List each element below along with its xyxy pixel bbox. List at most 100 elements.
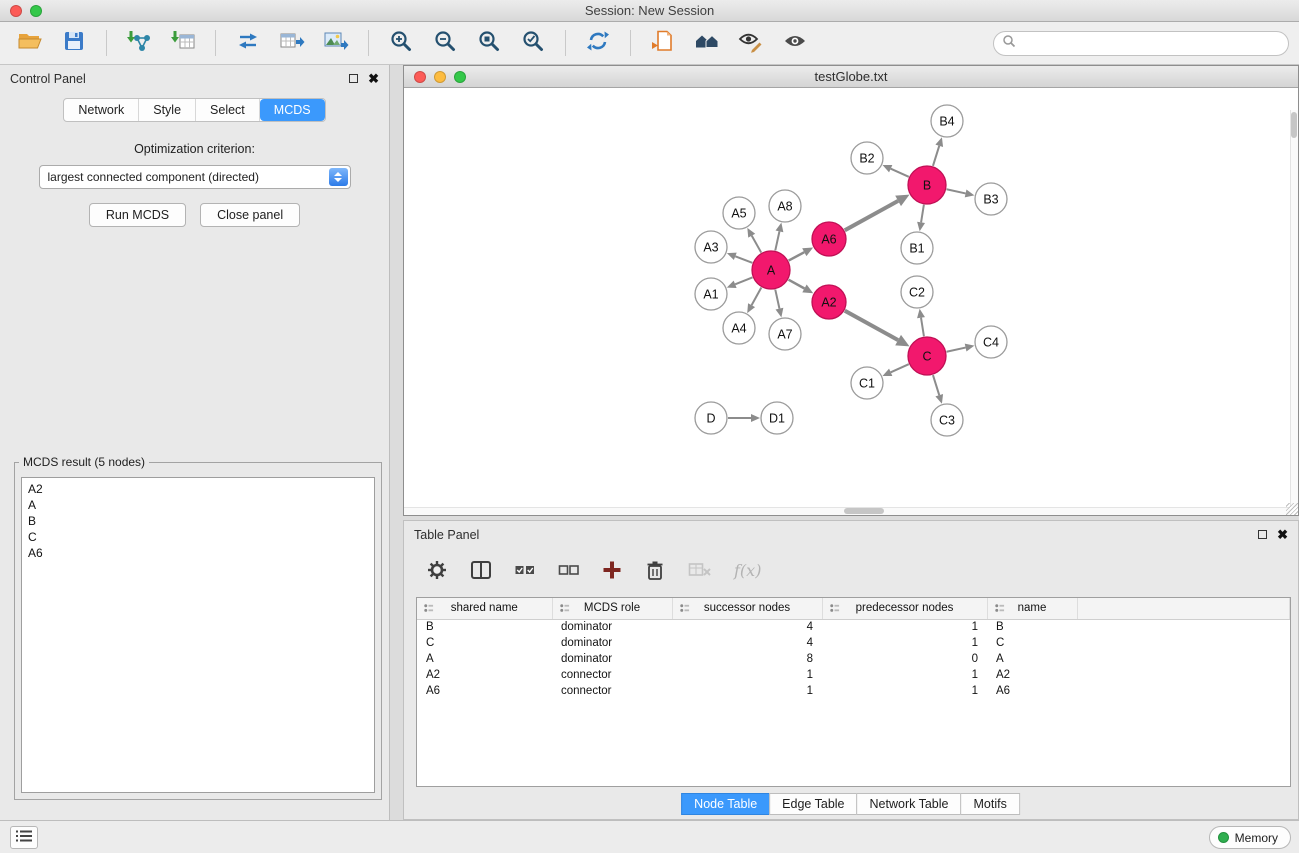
column-header-successor-nodes[interactable]: successor nodes [672, 598, 822, 619]
graph-edge-A-A8[interactable] [775, 231, 779, 250]
graph-node-B3[interactable]: B3 [975, 183, 1007, 215]
horizontal-scrollbar[interactable] [404, 507, 1290, 515]
graph-edge-C-C2[interactable] [921, 318, 924, 337]
network-canvas[interactable]: B4B2BB3A5A8A6B1A3AC2A1A2A4A7C4CC1C3DD1 [404, 88, 1298, 515]
graph-edge-C-C1[interactable] [891, 364, 909, 372]
graph-node-A7[interactable]: A7 [769, 318, 801, 350]
annotation-mode-button[interactable] [733, 26, 769, 60]
import-network-button[interactable] [121, 26, 157, 60]
close-panel-button[interactable]: Close panel [200, 203, 300, 227]
vertical-scroll-thumb[interactable] [1291, 112, 1297, 138]
tab-edge-table[interactable]: Edge Table [769, 793, 857, 815]
close-panel-icon[interactable]: ✖ [368, 72, 379, 85]
export-table-button[interactable] [274, 26, 310, 60]
export-image-button[interactable] [318, 26, 354, 60]
graph-node-A1[interactable]: A1 [695, 278, 727, 310]
graph-edge-A-A5[interactable] [752, 236, 761, 253]
export-network-button[interactable] [230, 26, 266, 60]
column-header-predecessor-nodes[interactable]: predecessor nodes [822, 598, 987, 619]
graph-node-C2[interactable]: C2 [901, 276, 933, 308]
graph-node-A3[interactable]: A3 [695, 231, 727, 263]
graph-edge-B-B2[interactable] [891, 169, 909, 177]
zoom-selected-button[interactable] [515, 26, 551, 60]
criterion-dropdown[interactable]: largest connected component (directed) [39, 165, 351, 189]
mcds-result-list[interactable]: A2ABCA6 [21, 477, 375, 793]
column-header-MCDS-role[interactable]: MCDS role [552, 598, 672, 619]
graph-node-B1[interactable]: B1 [901, 232, 933, 264]
tab-network-table[interactable]: Network Table [857, 793, 962, 815]
graph-node-A5[interactable]: A5 [723, 197, 755, 229]
zoom-window-button[interactable] [30, 5, 42, 17]
refresh-network-button[interactable] [580, 26, 616, 60]
graph-edge-B-B1[interactable] [921, 205, 924, 223]
graph-edge-A2-C[interactable] [845, 311, 898, 340]
graph-node-A4[interactable]: A4 [723, 312, 755, 344]
close-table-panel-icon[interactable]: ✖ [1277, 528, 1288, 541]
network-close-button[interactable] [414, 71, 426, 83]
graph-edge-B-B4[interactable] [933, 146, 939, 166]
graph-node-A2[interactable]: A2 [812, 285, 846, 319]
search-input[interactable] [1016, 37, 1280, 51]
zoom-in-button[interactable] [383, 26, 419, 60]
import-table-button[interactable] [165, 26, 201, 60]
tab-select[interactable]: Select [196, 99, 260, 121]
graph-edge-A6-B[interactable] [845, 201, 898, 230]
graph-edge-A-A3[interactable] [735, 256, 752, 263]
graph-node-C[interactable]: C [908, 337, 946, 375]
show-network-overview-button[interactable] [689, 26, 725, 60]
select-all-rows-icon[interactable] [514, 559, 536, 581]
deselect-all-rows-icon[interactable] [558, 559, 580, 581]
open-session-file-button[interactable] [645, 26, 681, 60]
dropdown-stepper-icon[interactable] [329, 168, 348, 186]
graph-node-A6[interactable]: A6 [812, 222, 846, 256]
graph-node-D[interactable]: D [695, 402, 727, 434]
graph-edge-A-A6[interactable] [789, 252, 805, 260]
graph-edge-A-A2[interactable] [789, 280, 805, 289]
graph-edge-A-A1[interactable] [735, 277, 752, 284]
tab-style[interactable]: Style [139, 99, 196, 121]
memory-button[interactable]: Memory [1209, 826, 1291, 849]
graph-node-C4[interactable]: C4 [975, 326, 1007, 358]
network-zoom-button[interactable] [454, 71, 466, 83]
tab-mcds[interactable]: MCDS [260, 99, 325, 121]
tab-motifs[interactable]: Motifs [960, 793, 1019, 815]
vertical-scrollbar[interactable] [1290, 110, 1298, 507]
graph-node-C3[interactable]: C3 [931, 404, 963, 436]
tab-node-table[interactable]: Node Table [681, 793, 770, 815]
graph-node-B2[interactable]: B2 [851, 142, 883, 174]
table-row[interactable]: A2connector11A2 [417, 667, 1290, 683]
resize-grip[interactable] [1286, 503, 1298, 515]
search-field[interactable] [993, 31, 1289, 56]
column-header-name[interactable]: name [987, 598, 1077, 619]
graph-edge-B-B3[interactable] [947, 189, 966, 193]
show-graphics-details-button[interactable] [777, 26, 813, 60]
zoom-fit-button[interactable] [471, 26, 507, 60]
graph-edge-C-C3[interactable] [933, 375, 939, 395]
add-column-icon[interactable] [602, 560, 622, 580]
float-table-panel-icon[interactable] [1258, 530, 1267, 539]
run-mcds-button[interactable]: Run MCDS [89, 203, 186, 227]
table-row[interactable]: Cdominator41C [417, 635, 1290, 651]
graph-edge-A-A7[interactable] [775, 290, 779, 309]
save-session-button[interactable] [56, 26, 92, 60]
delete-columns-trash-icon[interactable] [644, 559, 666, 581]
table-row[interactable]: A6connector11A6 [417, 683, 1290, 699]
graph-edge-A-A4[interactable] [752, 288, 762, 306]
float-panel-icon[interactable] [349, 74, 358, 83]
table-options-gear-icon[interactable] [426, 559, 448, 581]
horizontal-scroll-thumb[interactable] [844, 508, 884, 514]
graph-node-C1[interactable]: C1 [851, 367, 883, 399]
column-header-shared-name[interactable]: shared name [417, 598, 552, 619]
network-graph[interactable]: B4B2BB3A5A8A6B1A3AC2A1A2A4A7C4CC1C3DD1 [404, 88, 1298, 515]
panel-menu-button[interactable] [10, 826, 38, 849]
graph-node-A8[interactable]: A8 [769, 190, 801, 222]
graph-edge-C-C4[interactable] [947, 348, 966, 352]
network-minimize-button[interactable] [434, 71, 446, 83]
table-row[interactable]: Bdominator41B [417, 619, 1290, 635]
graph-node-A[interactable]: A [752, 251, 790, 289]
table-row[interactable]: Adominator80A [417, 651, 1290, 667]
graph-node-B[interactable]: B [908, 166, 946, 204]
zoom-out-button[interactable] [427, 26, 463, 60]
tab-network[interactable]: Network [64, 99, 139, 121]
graph-node-B4[interactable]: B4 [931, 105, 963, 137]
